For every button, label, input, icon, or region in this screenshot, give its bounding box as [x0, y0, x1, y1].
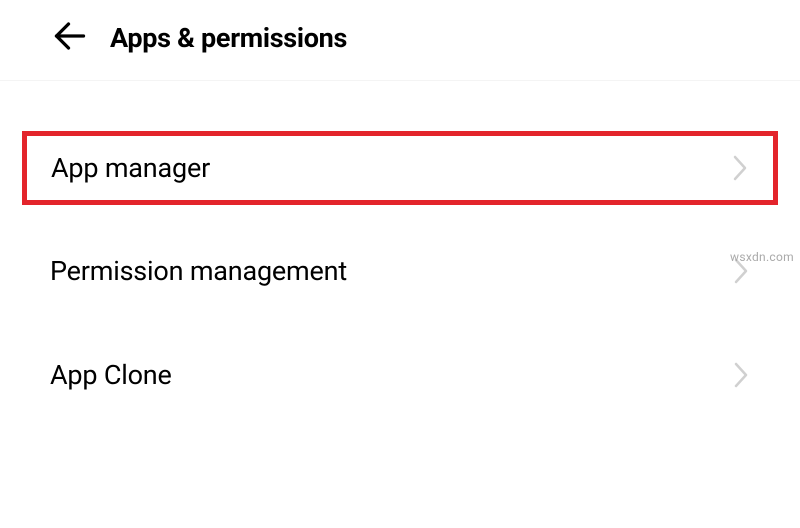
back-arrow-icon	[52, 18, 88, 58]
list-item-label: Permission management	[50, 255, 347, 287]
settings-list: App manager Permission management App Cl…	[0, 81, 800, 413]
list-item-permission-management[interactable]: Permission management	[0, 233, 800, 309]
page-title: Apps & permissions	[110, 22, 347, 54]
list-item-app-manager[interactable]: App manager	[22, 131, 778, 205]
list-item-app-clone[interactable]: App Clone	[0, 337, 800, 413]
back-button[interactable]	[50, 18, 90, 58]
watermark-text: wsxdn.com	[730, 250, 794, 264]
chevron-right-icon	[732, 360, 750, 390]
list-item-label: App Clone	[50, 359, 172, 391]
list-item-label: App manager	[51, 152, 210, 184]
chevron-right-icon	[731, 153, 749, 183]
header-bar: Apps & permissions	[0, 0, 800, 81]
